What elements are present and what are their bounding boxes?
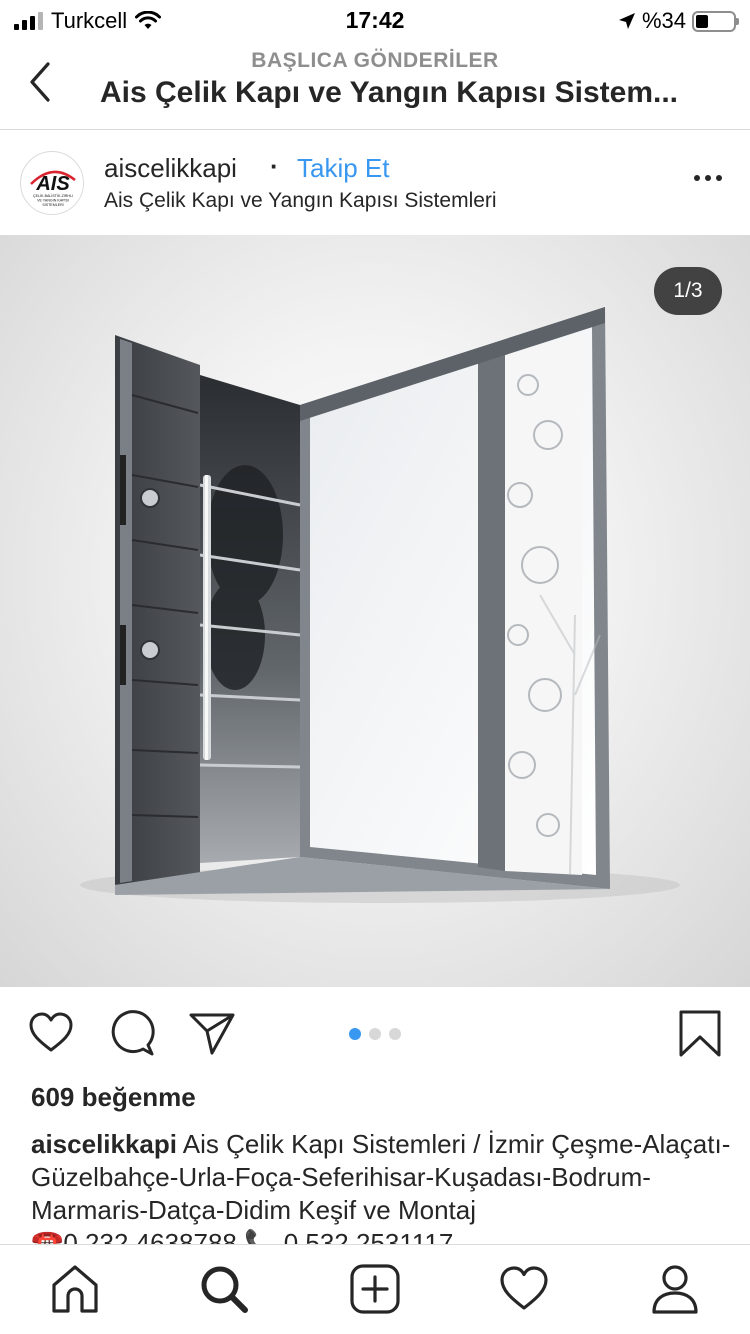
- carousel-indicator: [349, 1028, 401, 1040]
- like-button[interactable]: [27, 1009, 75, 1057]
- tab-search[interactable]: [198, 1263, 250, 1315]
- tab-new-post[interactable]: [349, 1263, 401, 1315]
- separator-dot: ·: [270, 151, 279, 181]
- svg-text:AIS: AIS: [35, 173, 70, 195]
- home-icon: [52, 1265, 98, 1313]
- search-icon: [201, 1266, 248, 1313]
- comment-icon: [111, 1010, 155, 1056]
- tab-activity[interactable]: [498, 1263, 550, 1315]
- post-actions: [0, 987, 750, 1079]
- caption-username[interactable]: aiscelikkapi: [31, 1129, 177, 1159]
- steel-door-image: [80, 307, 680, 903]
- heart-icon: [500, 1266, 548, 1310]
- post-username[interactable]: aiscelikkapi: [104, 153, 237, 184]
- location-arrow-icon: [618, 13, 635, 29]
- nav-title: Ais Çelik Kapı ve Yangın Kapısı Sistem..…: [100, 76, 678, 109]
- post-location[interactable]: Ais Çelik Kapı ve Yangın Kapısı Sistemle…: [104, 189, 497, 213]
- post-image[interactable]: 1/3: [0, 235, 750, 987]
- send-icon: [189, 1013, 235, 1055]
- avatar[interactable]: AIS ÇELİK-BALİSTİK-ZIRHLI VE YANGIN KAPI…: [20, 151, 84, 215]
- carousel-dot-active: [349, 1028, 361, 1040]
- post-header: AIS ÇELİK-BALİSTİK-ZIRHLI VE YANGIN KAPI…: [0, 131, 750, 235]
- brand-logo: AIS ÇELİK-BALİSTİK-ZIRHLI VE YANGIN KAPI…: [22, 153, 83, 214]
- status-bar: Turkcell 17:42 %34: [0, 0, 750, 40]
- svg-text:SİSTEMLERİ: SİSTEMLERİ: [42, 202, 63, 207]
- comment-button[interactable]: [108, 1009, 156, 1057]
- battery-icon: [692, 10, 739, 32]
- carousel-dot: [389, 1028, 401, 1040]
- more-options-icon[interactable]: [694, 175, 722, 181]
- follow-button[interactable]: Takip Et: [297, 153, 390, 184]
- carousel-dot: [369, 1028, 381, 1040]
- media-counter: 1/3: [654, 267, 722, 315]
- post-caption: aiscelikkapi Ais Çelik Kapı Sistemleri /…: [31, 1128, 731, 1244]
- plus-square-icon: [350, 1264, 400, 1314]
- bookmark-icon: [679, 1010, 721, 1057]
- svg-text:VE YANGIN KAPISI: VE YANGIN KAPISI: [37, 199, 69, 203]
- save-button[interactable]: [676, 1009, 724, 1057]
- heart-icon: [29, 1012, 73, 1052]
- bottom-tab-bar: [0, 1244, 750, 1334]
- status-bar-right: %34: [618, 8, 739, 34]
- nav-subtitle: BAŞLICA GÖNDERİLER: [251, 49, 499, 72]
- nav-header: BAŞLICA GÖNDERİLER Ais Çelik Kapı ve Yan…: [0, 40, 750, 130]
- caption-phone-line: ☎️0 232 4638788 📞 0 532 2531117: [31, 1228, 454, 1244]
- battery-percent: %34: [641, 8, 686, 33]
- share-button[interactable]: [188, 1009, 236, 1057]
- user-icon: [652, 1265, 698, 1314]
- likes-count[interactable]: 609 beğenme: [31, 1082, 196, 1113]
- tab-home[interactable]: [49, 1263, 101, 1315]
- svg-text:ÇELİK-BALİSTİK-ZIRHLI: ÇELİK-BALİSTİK-ZIRHLI: [33, 193, 73, 198]
- tab-profile[interactable]: [649, 1263, 701, 1315]
